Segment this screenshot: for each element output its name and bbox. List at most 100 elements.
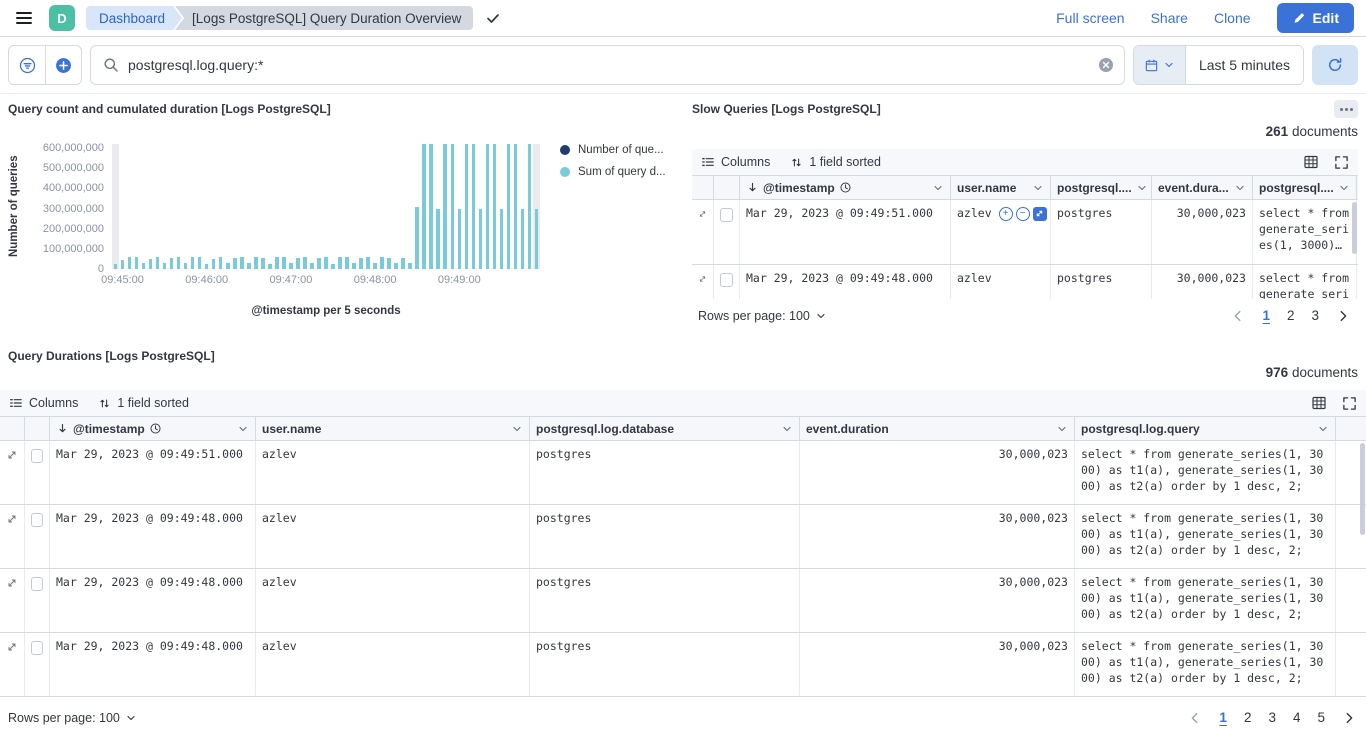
display-options-icon[interactable] bbox=[1311, 395, 1327, 411]
full-screen-button[interactable]: Full screen bbox=[1056, 10, 1124, 26]
chart-legend: Number of que... Sum of query d... bbox=[560, 144, 666, 178]
column-header-user-name[interactable]: user.name bbox=[951, 176, 1051, 199]
column-menu-chevron-icon[interactable] bbox=[237, 423, 249, 435]
chart-bar bbox=[175, 144, 182, 269]
expand-row-icon bbox=[6, 641, 18, 653]
column-header-user-name[interactable]: user.name bbox=[256, 417, 530, 440]
rows-per-page-selector[interactable]: Rows per page: 100 bbox=[8, 711, 137, 725]
columns-selector-button[interactable]: Columns bbox=[9, 396, 78, 410]
pagination-next[interactable] bbox=[1336, 309, 1350, 323]
share-button[interactable]: Share bbox=[1151, 10, 1188, 26]
expand-row-button[interactable] bbox=[692, 265, 714, 299]
column-menu-chevron-icon[interactable] bbox=[1234, 182, 1246, 194]
chart-bar bbox=[379, 144, 386, 269]
pagination-page-3[interactable]: 3 bbox=[1311, 308, 1319, 323]
pagination-page-3[interactable]: 3 bbox=[1268, 710, 1276, 725]
column-menu-chevron-icon[interactable] bbox=[932, 182, 944, 194]
filter-controls bbox=[8, 45, 82, 85]
scrollbar-thumb[interactable] bbox=[1360, 443, 1365, 535]
slow-queries-doc-count: 261 documents bbox=[692, 124, 1358, 139]
chart-bar bbox=[147, 144, 154, 269]
cell-query: select * from generate_series(1, 3000) a… bbox=[1075, 569, 1336, 632]
y-axis-tick: 400,000,000 bbox=[43, 182, 104, 194]
chart-bar bbox=[449, 144, 456, 269]
time-range-value[interactable]: Last 5 minutes bbox=[1186, 46, 1303, 84]
column-header-event-dura-[interactable]: event.dura... bbox=[1152, 176, 1253, 199]
column-menu-chevron-icon[interactable] bbox=[1338, 182, 1350, 194]
cell-query: select * from generate_series(1, 3000)… bbox=[1253, 265, 1357, 299]
fullscreen-icon[interactable] bbox=[1334, 155, 1349, 170]
expand-row-button[interactable] bbox=[0, 569, 25, 632]
filter-for-value-icon[interactable]: + bbox=[999, 207, 1013, 221]
pagination-previous[interactable] bbox=[1231, 309, 1245, 323]
select-row-cell bbox=[25, 633, 50, 696]
saved-check-icon bbox=[485, 10, 501, 26]
slow-queries-pagination: 1 2 3 bbox=[1231, 308, 1350, 323]
add-filter-icon[interactable] bbox=[45, 46, 81, 84]
row-checkbox[interactable] bbox=[31, 513, 43, 527]
column-header-postgresql-log-database[interactable]: postgresql.log.database bbox=[530, 417, 800, 440]
row-checkbox[interactable] bbox=[720, 273, 733, 287]
column-header-postgresql-log-query[interactable]: postgresql.log.query bbox=[1075, 417, 1336, 440]
pagination-page-1[interactable]: 1 bbox=[1219, 710, 1227, 725]
pagination-page-5[interactable]: 5 bbox=[1317, 710, 1325, 725]
chart-bar bbox=[435, 144, 442, 269]
rows-per-page-selector[interactable]: Rows per page: 100 bbox=[698, 309, 827, 323]
column-menu-chevron-icon[interactable] bbox=[1136, 182, 1148, 194]
expand-row-button[interactable] bbox=[692, 200, 714, 264]
column-header-event-duration[interactable]: event.duration bbox=[800, 417, 1075, 440]
column-header-timestamp[interactable]: @timestamp bbox=[50, 417, 256, 440]
select-row-cell bbox=[25, 569, 50, 632]
display-options-icon[interactable] bbox=[1303, 154, 1319, 170]
pagination-page-2[interactable]: 2 bbox=[1244, 710, 1252, 725]
chart-bar bbox=[491, 144, 498, 269]
row-checkbox[interactable] bbox=[720, 208, 733, 222]
breadcrumb-dashboard[interactable]: Dashboard bbox=[86, 6, 182, 30]
filter-out-value-icon[interactable]: − bbox=[1016, 207, 1030, 221]
filter-icon[interactable] bbox=[9, 46, 45, 84]
sort-fields-button[interactable]: 1 field sorted bbox=[98, 396, 189, 410]
columns-selector-button[interactable]: Columns bbox=[701, 155, 770, 169]
pagination-next[interactable] bbox=[1342, 711, 1356, 725]
cell-event-duration: 30,000,023 bbox=[1152, 200, 1253, 264]
clone-button[interactable]: Clone bbox=[1214, 10, 1251, 26]
table-row: Mar 29, 2023 @ 09:49:51.000azlevpostgres… bbox=[0, 441, 1366, 505]
row-checkbox[interactable] bbox=[31, 577, 43, 591]
column-header-postgresql-[interactable]: postgresql.... bbox=[1051, 176, 1152, 199]
column-menu-chevron-icon[interactable] bbox=[1032, 182, 1044, 194]
pagination-previous[interactable] bbox=[1188, 711, 1202, 725]
column-header-timestamp[interactable]: @timestamp bbox=[740, 176, 951, 199]
calendar-dropdown-button[interactable] bbox=[1134, 46, 1186, 84]
query-durations-panel: Query Durations [Logs PostgreSQL] 976 do… bbox=[0, 338, 1366, 725]
refresh-button[interactable] bbox=[1312, 45, 1358, 85]
space-avatar[interactable]: D bbox=[49, 5, 75, 31]
expand-row-button[interactable] bbox=[0, 441, 25, 504]
sort-fields-button[interactable]: 1 field sorted bbox=[790, 155, 881, 169]
legend-item-number-of-queries[interactable]: Number of que... bbox=[560, 144, 666, 156]
query-input[interactable] bbox=[128, 57, 1089, 73]
column-menu-chevron-icon[interactable] bbox=[1317, 423, 1329, 435]
legend-item-sum-of-query-duration[interactable]: Sum of query d... bbox=[560, 166, 666, 178]
row-checkbox[interactable] bbox=[31, 641, 43, 655]
expand-cell-icon[interactable] bbox=[1033, 207, 1047, 221]
pagination-page-1[interactable]: 1 bbox=[1262, 308, 1270, 323]
expand-row-button[interactable] bbox=[0, 633, 25, 696]
hamburger-menu-icon[interactable] bbox=[10, 4, 38, 32]
column-menu-chevron-icon[interactable] bbox=[1056, 423, 1068, 435]
expand-row-button[interactable] bbox=[0, 505, 25, 568]
edit-button[interactable]: Edit bbox=[1277, 3, 1354, 33]
pagination-page-2[interactable]: 2 bbox=[1287, 308, 1295, 323]
column-header-postgresql-[interactable]: postgresql.... bbox=[1253, 176, 1357, 199]
breadcrumb-current-page[interactable]: [Logs PostgreSQL] Query Duration Overvie… bbox=[175, 6, 473, 30]
fullscreen-icon[interactable] bbox=[1342, 396, 1357, 411]
row-checkbox[interactable] bbox=[31, 449, 43, 463]
panel-options-icon[interactable] bbox=[1334, 100, 1358, 118]
pagination-page-4[interactable]: 4 bbox=[1293, 710, 1301, 725]
column-menu-chevron-icon[interactable] bbox=[781, 423, 793, 435]
column-menu-chevron-icon[interactable] bbox=[511, 423, 523, 435]
clear-query-icon[interactable] bbox=[1098, 57, 1114, 73]
chart-panel: Query count and cumulated duration [Logs… bbox=[0, 94, 688, 338]
scrollbar-thumb[interactable] bbox=[1352, 202, 1357, 254]
slow-queries-panel-title: Slow Queries [Logs PostgreSQL] bbox=[692, 102, 881, 116]
cell-event-duration: 30,000,023 bbox=[800, 441, 1075, 504]
